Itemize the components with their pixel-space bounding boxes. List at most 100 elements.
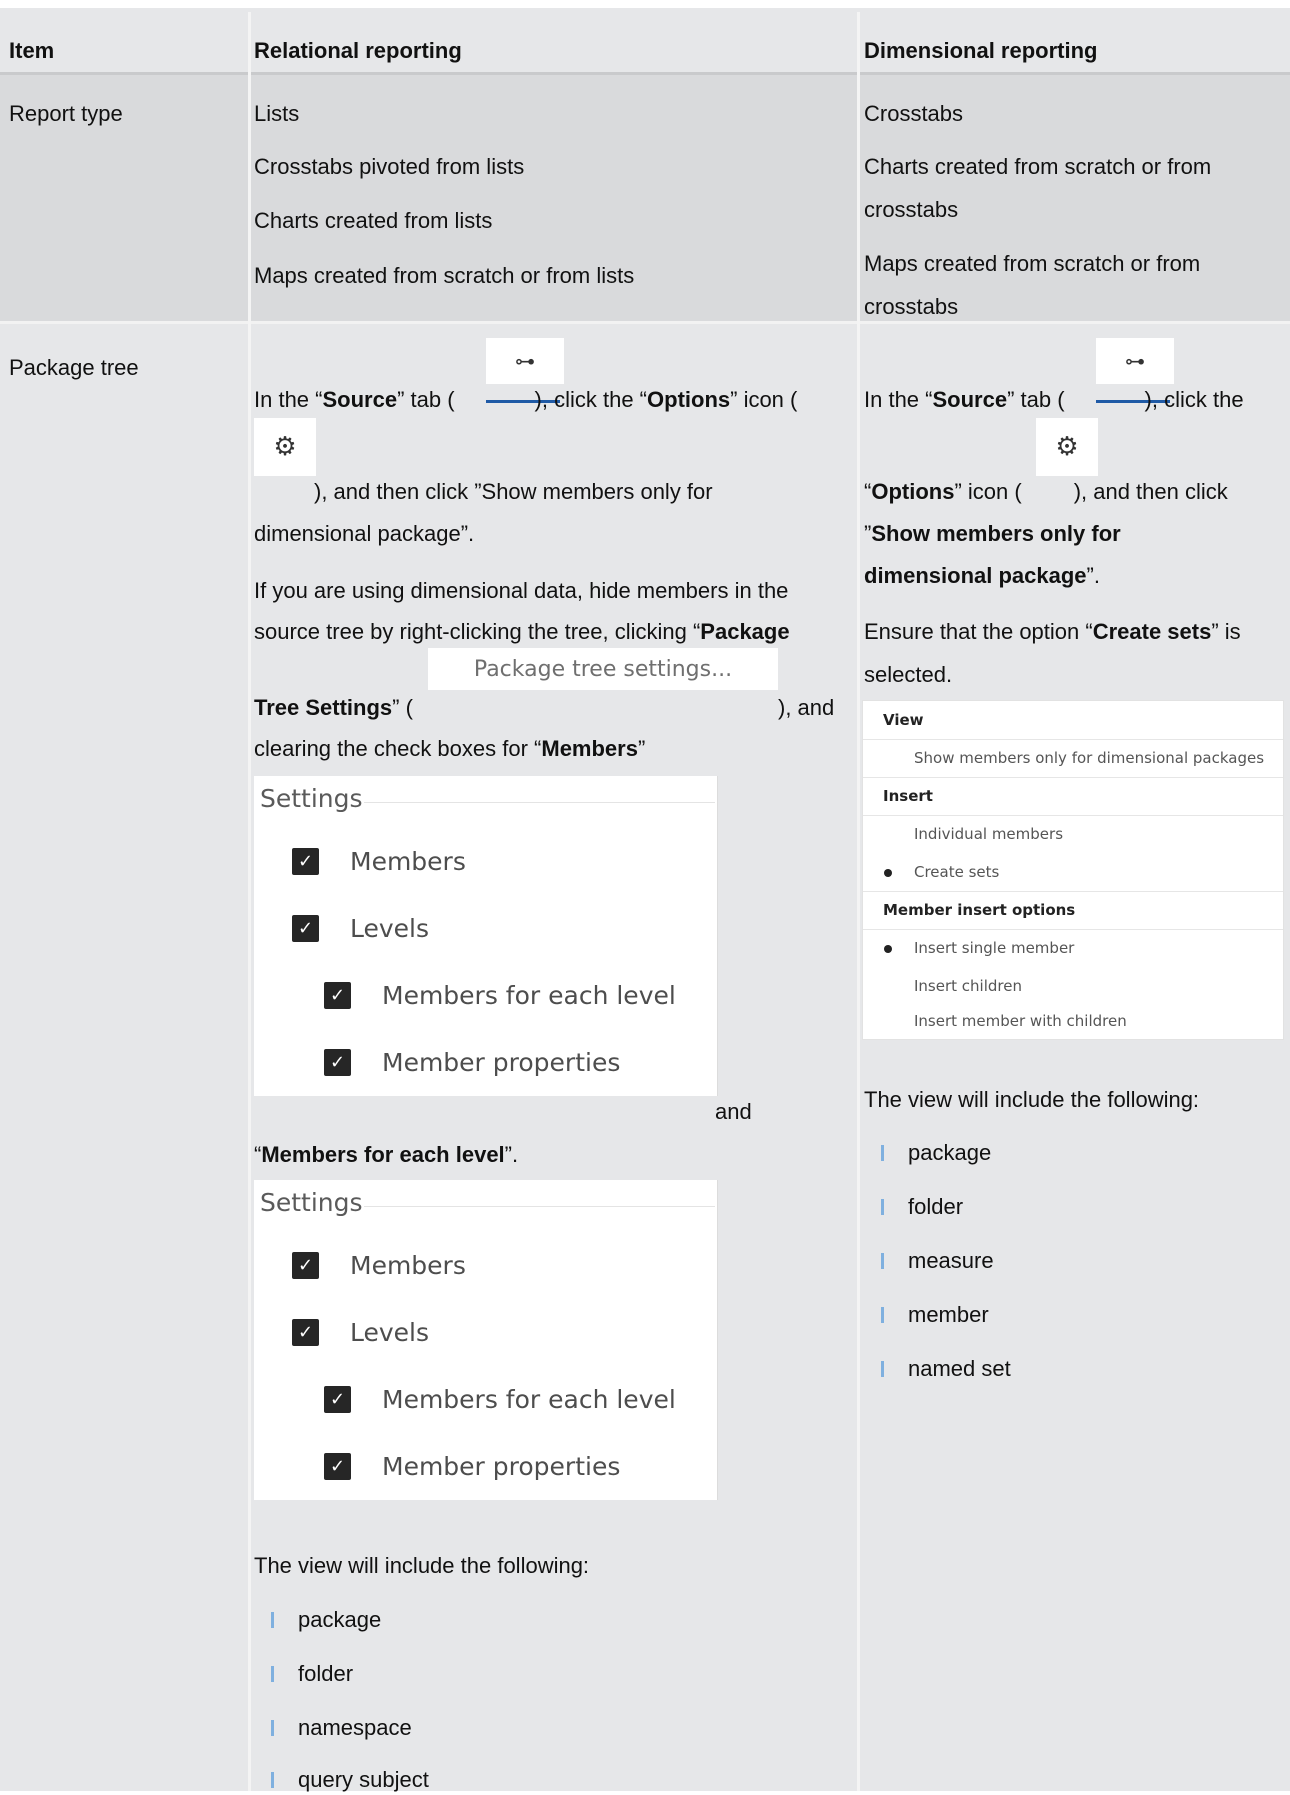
relational-text: source tree by right-clicking the tree, … xyxy=(254,619,790,644)
header-relational: Relational reporting xyxy=(254,38,462,63)
report-type-dimensional-item: Charts created from scratch or from xyxy=(864,154,1212,179)
list-item: folder xyxy=(298,1661,354,1686)
bullet-icon xyxy=(881,1199,884,1215)
column-divider xyxy=(248,12,251,1791)
section-view: View xyxy=(883,711,924,729)
dimensional-text: “Options” icon (), and then click xyxy=(864,479,1228,504)
list-item: package xyxy=(298,1607,382,1632)
settings-panel: Settings ✓ Members ✓ Levels ✓ Members for e… xyxy=(254,776,718,1096)
divider xyxy=(364,802,715,803)
relational-view-intro: The view will include the following: xyxy=(254,1553,590,1578)
menu-item-individual-members[interactable]: Individual members xyxy=(863,815,1290,853)
report-type-dimensional-item: Crosstabs xyxy=(864,101,964,126)
check-icon: ✓ xyxy=(324,1453,351,1480)
bullet-icon xyxy=(271,1720,274,1736)
checkbox-label: Members xyxy=(350,847,466,876)
relational-source-line: In the “Source” tab (), click the “Optio… xyxy=(254,387,798,412)
bullet-icon xyxy=(881,1145,884,1161)
section-member-insert: Member insert options xyxy=(883,901,1076,919)
check-icon: ✓ xyxy=(324,982,351,1009)
checkbox-levels[interactable]: ✓ Levels xyxy=(292,914,429,943)
report-type-dimensional-item: crosstabs xyxy=(864,197,959,222)
view-options-panel: View Show members only for dimensional p… xyxy=(862,700,1284,1040)
settings-title: Settings xyxy=(260,1188,363,1217)
checkbox-label: Members xyxy=(350,1251,466,1280)
dimensional-text: selected. xyxy=(864,662,953,687)
menu-item-insert-children[interactable]: Insert children xyxy=(863,967,1290,1005)
comparison-table: Item Relational reporting Dimensional re… xyxy=(0,0,1290,1792)
bullet-icon xyxy=(271,1612,274,1628)
divider xyxy=(364,1206,715,1207)
check-icon: ✓ xyxy=(292,1319,319,1346)
gear-icon: ⚙ xyxy=(1055,432,1079,462)
checkbox-label: Members for each level xyxy=(382,1385,676,1414)
list-item: named set xyxy=(908,1356,1011,1381)
gear-icon: ⚙ xyxy=(273,432,297,462)
settings-panel: Settings ✓ Members ✓ Levels ✓ Members for e… xyxy=(254,1180,718,1500)
row-divider xyxy=(0,321,1290,324)
checkbox-member-properties[interactable]: ✓ Member properties xyxy=(324,1048,620,1077)
report-type-relational-item: Charts created from lists xyxy=(254,208,493,233)
bullet-icon xyxy=(881,1361,884,1377)
options-icon-box: ⚙ xyxy=(1036,418,1098,476)
relational-text: ), and xyxy=(778,695,835,720)
options-icon-box: ⚙ xyxy=(254,418,316,476)
row-label-package-tree: Package tree xyxy=(9,355,139,380)
bullet-icon xyxy=(271,1666,274,1682)
bullet-icon xyxy=(881,1253,884,1269)
checkbox-label: Member properties xyxy=(382,1452,621,1481)
checkbox-members-each-level[interactable]: ✓ Members for each level xyxy=(324,1385,676,1414)
relational-text: If you are using dimensional data, hide … xyxy=(254,578,789,603)
dimensional-text: Ensure that the option “Create sets” is xyxy=(864,619,1241,644)
dimensional-text: dimensional package”. xyxy=(864,563,1100,588)
list-item: member xyxy=(908,1302,989,1327)
checkbox-levels[interactable]: ✓ Levels xyxy=(292,1318,429,1347)
header-dimensional: Dimensional reporting xyxy=(864,38,1098,63)
list-item: measure xyxy=(908,1248,994,1273)
checkbox-label: Levels xyxy=(350,914,430,943)
dimensional-text: ”Show members only for xyxy=(864,521,1121,546)
report-type-relational-item: Crosstabs pivoted from lists xyxy=(254,154,525,179)
column-divider xyxy=(857,12,860,1791)
check-icon: ✓ xyxy=(324,1049,351,1076)
report-type-dimensional-item: crosstabs xyxy=(864,294,959,319)
settings-title: Settings xyxy=(260,784,363,813)
relational-text: and xyxy=(715,1099,752,1124)
list-item: package xyxy=(908,1140,992,1165)
source-tab-icon: ⊶ xyxy=(1096,338,1174,384)
check-icon: ✓ xyxy=(324,1386,351,1413)
list-item: namespace xyxy=(298,1715,412,1740)
check-icon: ✓ xyxy=(292,848,319,875)
checkbox-members-each-level[interactable]: ✓ Members for each level xyxy=(324,981,676,1010)
dimensional-view-intro: The view will include the following: xyxy=(864,1087,1200,1112)
dimensional-source-line: In the “Source” tab (), click the xyxy=(864,387,1244,412)
report-type-dimensional-item: Maps created from scratch or from xyxy=(864,251,1201,276)
checkbox-label: Member properties xyxy=(382,1048,621,1077)
check-icon: ✓ xyxy=(292,915,319,942)
check-icon: ✓ xyxy=(292,1252,319,1279)
package-tree-settings-button[interactable]: Package tree settings... xyxy=(428,648,778,690)
relational-text: Tree Settings” ( xyxy=(254,695,413,720)
menu-item-insert-single[interactable]: Insert single member xyxy=(863,929,1290,967)
relational-text: ), and then click ”Show members only for xyxy=(314,479,713,504)
source-tree-icon: ⊶ xyxy=(515,349,535,373)
bullet-icon xyxy=(881,1307,884,1323)
source-tree-icon: ⊶ xyxy=(1125,349,1145,373)
relational-text: clearing the check boxes for “Members” xyxy=(254,736,646,761)
list-item: folder xyxy=(908,1194,964,1219)
checkbox-members[interactable]: ✓ Members xyxy=(292,847,466,876)
checkbox-member-properties[interactable]: ✓ Member properties xyxy=(324,1452,620,1481)
checkbox-members[interactable]: ✓ Members xyxy=(292,1251,466,1280)
report-type-row xyxy=(0,75,1290,321)
section-insert: Insert xyxy=(883,787,933,805)
row-label-report-type: Report type xyxy=(9,101,123,126)
header-item: Item xyxy=(9,38,55,63)
menu-item-insert-member-children[interactable]: Insert member with children xyxy=(863,1005,1290,1037)
source-tab-icon: ⊶ xyxy=(486,338,564,384)
relational-text: dimensional package”. xyxy=(254,521,475,546)
menu-item-show-members[interactable]: Show members only for dimensional packag… xyxy=(863,739,1290,777)
checkbox-label: Levels xyxy=(350,1318,430,1347)
relational-text: “Members for each level”. xyxy=(254,1142,519,1167)
menu-item-create-sets[interactable]: Create sets xyxy=(863,853,1290,891)
report-type-relational-item: Lists xyxy=(254,101,300,126)
